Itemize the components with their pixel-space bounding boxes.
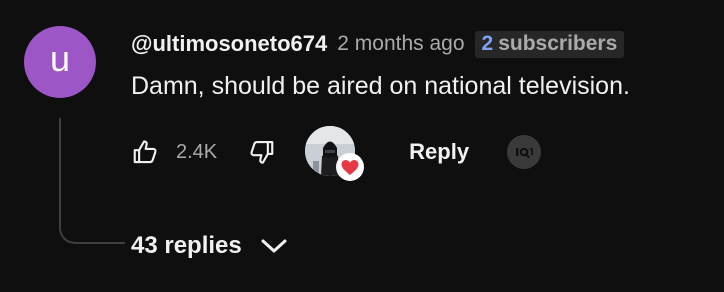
chevron-down-icon bbox=[260, 237, 288, 255]
comment-text: Damn, should be aired on national televi… bbox=[131, 72, 630, 100]
comment-timestamp[interactable]: 2 months ago bbox=[337, 32, 464, 56]
like-count: 2.4K bbox=[176, 140, 218, 163]
avatar-letter: u bbox=[49, 38, 71, 79]
heart-icon bbox=[336, 153, 365, 181]
reply-button[interactable]: Reply bbox=[409, 139, 469, 165]
replies-count-label: 43 replies bbox=[131, 232, 242, 259]
subscriber-badge-label: subscribers bbox=[498, 31, 618, 55]
thumbs-up-icon bbox=[133, 140, 157, 164]
view-replies-button[interactable]: 43 replies bbox=[131, 228, 288, 264]
avatar[interactable]: u bbox=[24, 26, 96, 98]
thread-connector-line bbox=[59, 118, 125, 244]
subscriber-badge-count: 2 bbox=[481, 31, 494, 55]
thumbs-down-icon bbox=[250, 140, 274, 164]
creator-heart[interactable] bbox=[305, 124, 365, 181]
comment-header: @ultimosoneto674 2 months ago 2 subscrib… bbox=[131, 29, 625, 59]
translate-icon bbox=[516, 147, 533, 158]
like-button[interactable] bbox=[128, 134, 164, 170]
subscriber-badge: 2 subscribers bbox=[474, 30, 625, 58]
dislike-button[interactable] bbox=[243, 134, 279, 170]
translate-button[interactable] bbox=[507, 135, 542, 169]
author-name[interactable]: @ultimosoneto674 bbox=[131, 31, 327, 57]
comment-action-bar: 2.4K Reply bbox=[128, 124, 542, 181]
